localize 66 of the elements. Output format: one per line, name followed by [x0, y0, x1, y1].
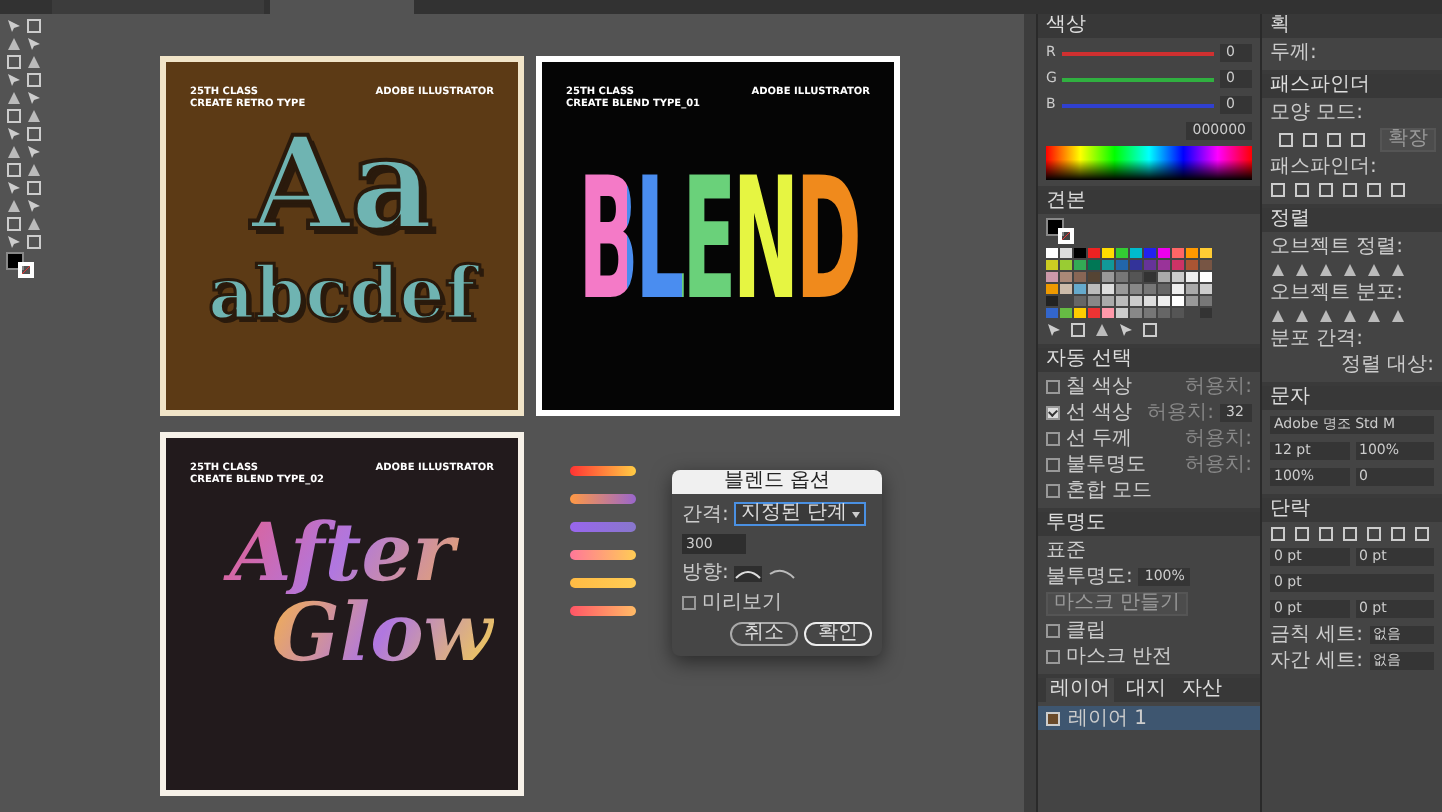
gradient-strip: [570, 522, 636, 532]
checkbox[interactable]: [1046, 380, 1060, 394]
panel-title[interactable]: 획: [1270, 14, 1290, 38]
gradient-strip: [570, 578, 636, 588]
panel-title[interactable]: 패스파인더: [1270, 74, 1370, 98]
field-label: 금칙 세트:: [1270, 624, 1364, 646]
section-label: 모양 모드:: [1270, 102, 1364, 124]
option-label: 선 두께: [1066, 428, 1135, 450]
align-to-page-icon[interactable]: [734, 565, 763, 581]
option-label: 불투명도: [1066, 454, 1148, 476]
field-label: 자간 세트:: [1270, 650, 1364, 672]
gradient-strip: [570, 550, 636, 560]
option-label: 선 색상: [1066, 402, 1135, 424]
panel-tab[interactable]: 대지: [1122, 678, 1170, 702]
section-label: 분포 간격:: [1270, 328, 1364, 350]
checkbox[interactable]: [1046, 432, 1060, 446]
headline-lettering: Aa: [248, 122, 436, 250]
section-label: 정렬 대상:: [1340, 354, 1434, 376]
cancel-button[interactable]: 취소: [730, 622, 798, 646]
checkbox[interactable]: [1046, 624, 1060, 638]
blend-mode-dropdown[interactable]: 표준: [1046, 540, 1086, 562]
section-label: 오브젝트 정렬:: [1270, 236, 1404, 258]
panel-title[interactable]: 자동 선택: [1046, 348, 1133, 372]
subline-lettering: abcdef: [206, 258, 482, 330]
layer-thumbnail: [1046, 711, 1060, 725]
option-label: 마스크 반전: [1066, 646, 1173, 668]
caret-icon: [851, 511, 860, 517]
layer-row[interactable]: 레이어 1: [1038, 706, 1260, 730]
section-label: 오브젝트 분포:: [1270, 282, 1404, 304]
checkbox[interactable]: [1046, 458, 1060, 472]
panel-title[interactable]: 정렬: [1270, 208, 1310, 232]
panel-title[interactable]: 견본: [1046, 190, 1086, 214]
panel-title[interactable]: 색상: [1046, 14, 1086, 38]
color-spectrum[interactable]: [1046, 146, 1252, 180]
checkbox[interactable]: [1046, 650, 1060, 664]
checkbox[interactable]: [682, 596, 696, 610]
gradient-strip: [570, 606, 636, 616]
panel-tab[interactable]: 자산: [1178, 678, 1226, 702]
spacing-dropdown[interactable]: 지정된 단계: [734, 502, 866, 526]
field-label: 간격:: [682, 503, 729, 525]
checkbox[interactable]: [1046, 484, 1060, 498]
fill-stroke-icon[interactable]: [1046, 218, 1074, 244]
panel-tab[interactable]: 레이어: [1046, 678, 1114, 702]
panel-title[interactable]: 문자: [1270, 386, 1310, 410]
gradient-strip: [570, 494, 636, 504]
align-to-path-icon[interactable]: [768, 565, 797, 581]
panel-title[interactable]: 투명도: [1046, 512, 1106, 536]
option-label: 클립: [1066, 620, 1106, 642]
option-label: 칠 색상: [1066, 376, 1135, 398]
field-label: 불투명도:: [1046, 566, 1133, 588]
layer-name: 레이어 1: [1068, 707, 1148, 729]
option-label: 혼합 모드: [1066, 480, 1155, 502]
section-label: 패스파인더:: [1270, 156, 1377, 178]
preview-label: 미리보기: [702, 592, 782, 614]
panel-title[interactable]: 단락: [1270, 498, 1310, 522]
tolerance-label: 허용치:: [1185, 376, 1252, 398]
ok-button[interactable]: 확인: [804, 622, 872, 646]
dialog-title: 블렌드 옵션: [672, 470, 882, 494]
field-label: 방향:: [682, 562, 729, 584]
fill-stroke-icon[interactable]: [6, 252, 34, 278]
gradient-strip: [570, 466, 636, 476]
tolerance-label: 허용치:: [1185, 428, 1252, 450]
tolerance-label: 허용치:: [1185, 454, 1252, 476]
tolerance-label: 허용치:: [1147, 402, 1214, 424]
checkbox[interactable]: [1046, 406, 1060, 420]
field-label: 두께:: [1270, 42, 1317, 64]
